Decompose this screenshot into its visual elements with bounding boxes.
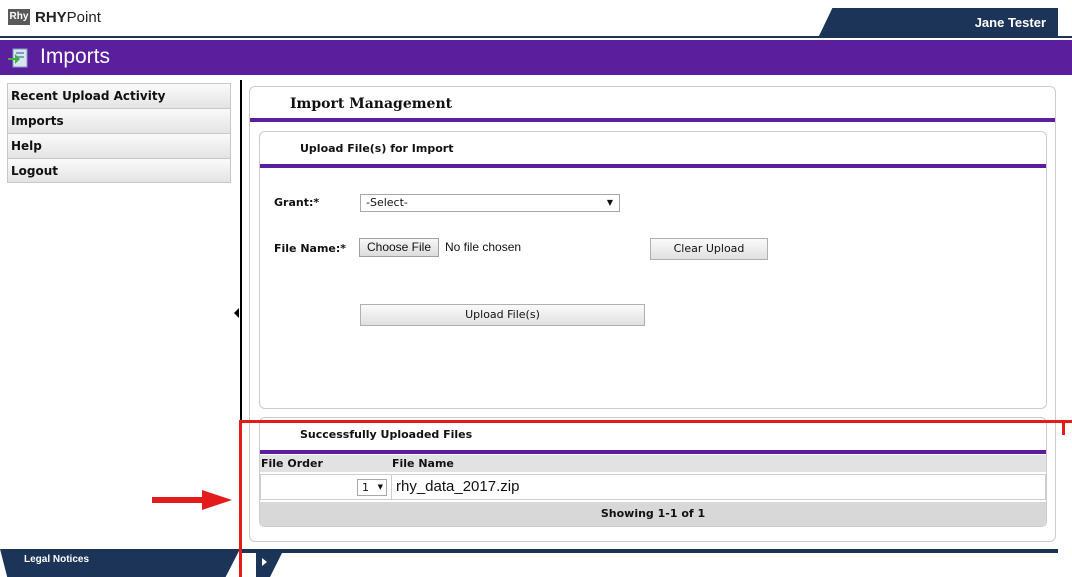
divider [260, 164, 1046, 168]
logo-text-rest: Point [66, 8, 101, 26]
upload-panel: Upload File(s) for Import Grant:* -Selec… [259, 131, 1047, 409]
sidebar-item-recent-upload-activity[interactable]: Recent Upload Activity [7, 83, 231, 108]
table-header: File Order File Name [260, 455, 1046, 472]
upload-files-button[interactable]: Upload File(s) [360, 304, 645, 326]
footer-expand-tab[interactable] [256, 549, 284, 577]
no-file-text: No file chosen [445, 240, 522, 254]
sidebar-splitter[interactable] [240, 80, 242, 577]
panel-title: Import Management [290, 96, 453, 112]
file-name-cell: rhy_data_2017.zip [391, 475, 1046, 499]
grant-select-value: -Select- [366, 196, 408, 209]
grant-label: Grant:* [274, 196, 320, 209]
dropdown-caret-icon: ▼ [377, 483, 383, 491]
table-row: 1 ▼ rhy_data_2017.zip [260, 474, 1046, 500]
upload-panel-title: Upload File(s) for Import [300, 142, 454, 155]
uploaded-files-panel: Successfully Uploaded Files File Order F… [259, 417, 1047, 527]
file-order-select[interactable]: 1 ▼ [357, 479, 387, 496]
pagination-status: Showing 1-1 of 1 [260, 502, 1046, 526]
page-header: Imports [0, 40, 1072, 75]
app-logo[interactable]: Rhy RHYPoint [8, 8, 101, 26]
logo-text-bold: RHY [35, 8, 67, 26]
file-name-label: File Name:* [274, 242, 347, 255]
import-icon [8, 48, 28, 68]
dropdown-caret-icon: ▼ [606, 198, 613, 207]
collapse-sidebar-icon[interactable] [234, 308, 239, 318]
sidebar: Recent Upload Activity Imports Help Logo… [7, 83, 231, 183]
page-title: Imports [40, 45, 111, 68]
logo-text: RHYPoint [35, 9, 101, 26]
choose-file-button[interactable]: Choose File [359, 238, 439, 257]
footer-rule [240, 549, 1058, 553]
annotation-highlight-edge [1062, 420, 1065, 435]
column-header-file-order[interactable]: File Order [261, 455, 323, 472]
grant-select[interactable]: -Select- ▼ [360, 194, 620, 212]
uploaded-files-title: Successfully Uploaded Files [300, 428, 473, 441]
top-bar: Rhy RHYPoint Jane Tester [0, 0, 1072, 38]
expand-arrow-icon [262, 558, 267, 566]
column-header-file-name[interactable]: File Name [392, 455, 454, 472]
logo-badge: Rhy [8, 9, 30, 25]
sidebar-item-help[interactable]: Help [7, 133, 231, 158]
import-management-panel: Import Management Upload File(s) for Imp… [249, 86, 1056, 542]
user-menu[interactable]: Jane Tester [818, 8, 1058, 38]
file-order-value: 1 [362, 481, 369, 494]
divider [260, 450, 1046, 454]
annotation-arrow-icon [152, 490, 232, 510]
sidebar-item-logout[interactable]: Logout [7, 158, 231, 183]
footer: Legal Notices [0, 549, 1072, 577]
clear-upload-button[interactable]: Clear Upload [650, 238, 768, 260]
legal-notices-link[interactable]: Legal Notices [0, 549, 240, 577]
sidebar-item-imports[interactable]: Imports [7, 108, 231, 133]
divider [250, 118, 1055, 122]
